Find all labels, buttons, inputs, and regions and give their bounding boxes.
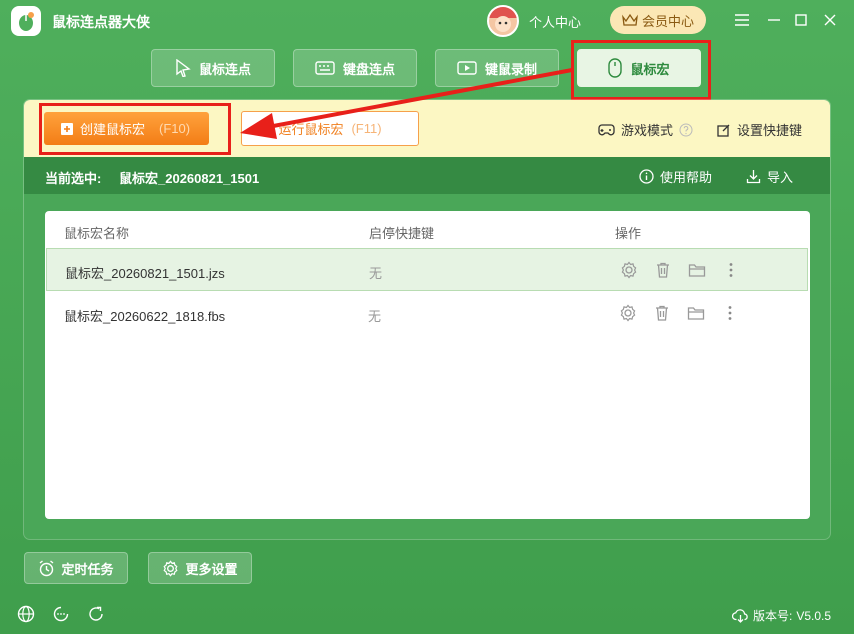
app-title: 鼠标连点器大侠 [52, 14, 150, 30]
more-settings-label: 更多设置 [185, 561, 238, 577]
personal-center-link[interactable]: 个人中心 [529, 12, 581, 31]
info-icon [639, 169, 654, 184]
settings-gear-icon[interactable] [619, 304, 637, 322]
action-toolbar: 创建鼠标宏 (F10) 运行鼠标宏 (F11) 游戏模式 设置快捷键 [24, 100, 830, 157]
title-bar: 鼠标连点器大侠 个人中心 会员中心 [0, 0, 854, 40]
app-logo [11, 6, 41, 36]
tab-mouse-click[interactable]: 鼠标连点 [151, 49, 275, 87]
tab-record[interactable]: 键鼠录制 [435, 49, 559, 87]
maximize-icon [795, 14, 807, 26]
current-selection-label: 当前选中: [45, 171, 102, 186]
create-macro-label: 创建鼠标宏 [80, 122, 146, 137]
table-row[interactable]: 鼠标宏_20260821_1501.jzs 无 [46, 248, 808, 291]
folder-icon[interactable] [688, 261, 706, 279]
version-label: 版本号: [753, 609, 793, 623]
trash-icon[interactable] [654, 261, 672, 279]
settings-gear-icon[interactable] [620, 261, 638, 279]
edit-shortcut-icon [717, 124, 730, 137]
minimize-icon [768, 19, 780, 21]
tab-label: 鼠标连点 [198, 61, 251, 77]
import-button[interactable]: 导入 [746, 167, 793, 186]
maximize-button[interactable] [791, 10, 811, 30]
import-label: 导入 [767, 170, 794, 185]
alarm-clock-icon [40, 559, 54, 576]
globe-icon[interactable] [17, 605, 35, 623]
table-row[interactable]: 鼠标宏_20260622_1818.fbs 无 [46, 292, 808, 335]
feedback-icon[interactable] [52, 605, 70, 623]
more-vertical-icon[interactable] [721, 304, 739, 322]
version-value: V5.0.5 [796, 608, 832, 623]
macro-hotkey: 无 [369, 266, 383, 281]
game-mode-toggle[interactable]: 游戏模式 [598, 120, 693, 139]
tab-label: 键盘连点 [342, 61, 395, 77]
avatar-face-icon [489, 7, 517, 32]
mouse-icon [608, 58, 623, 78]
avatar[interactable] [487, 5, 519, 37]
timer-task-label: 定时任务 [61, 561, 114, 577]
mouse-logo-icon [19, 12, 34, 31]
question-icon[interactable] [679, 123, 693, 137]
current-selection-value: 鼠标宏_20260821_1501 [119, 171, 260, 186]
minimize-button[interactable] [764, 10, 784, 30]
gamepad-icon [598, 123, 615, 135]
timer-task-button[interactable]: 定时任务 [24, 552, 128, 584]
gear-icon [163, 559, 178, 577]
run-macro-hotkey: (F11) [351, 121, 382, 136]
close-icon [824, 14, 836, 26]
macro-name: 鼠标宏_20260622_1818.fbs [64, 309, 226, 324]
create-macro-button[interactable]: 创建鼠标宏 (F10) [44, 112, 209, 145]
tab-keyboard-click[interactable]: 键盘连点 [293, 49, 417, 87]
create-macro-hotkey: (F10) [159, 121, 191, 136]
main-panel: 创建鼠标宏 (F10) 运行鼠标宏 (F11) 游戏模式 设置快捷键 当前选中:… [24, 100, 830, 539]
macro-name: 鼠标宏_20260821_1501.jzs [65, 266, 225, 281]
refresh-icon[interactable] [87, 605, 105, 623]
tab-label: 键鼠录制 [484, 61, 537, 77]
more-vertical-icon[interactable] [722, 261, 740, 279]
menu-button[interactable] [732, 10, 752, 30]
more-settings-button[interactable]: 更多设置 [148, 552, 252, 584]
column-header-hotkey: 启停快捷键 [369, 226, 435, 241]
cursor-icon [176, 59, 191, 77]
shortcut-settings-link[interactable]: 设置快捷键 [717, 120, 802, 139]
keyboard-icon [315, 61, 335, 75]
version-info[interactable]: 版本号: V5.0.5 [732, 607, 831, 624]
column-header-actions: 操作 [615, 226, 642, 241]
tab-label: 鼠标宏 [630, 61, 670, 77]
column-header-name: 鼠标宏名称 [64, 226, 130, 241]
download-icon [746, 170, 761, 184]
cloud-download-icon [732, 609, 748, 623]
help-label: 使用帮助 [660, 170, 713, 185]
add-file-icon [61, 122, 73, 135]
hamburger-icon [735, 14, 749, 26]
macro-hotkey: 无 [368, 309, 382, 324]
run-macro-button[interactable]: 运行鼠标宏 (F11) [241, 111, 419, 146]
close-button[interactable] [820, 10, 840, 30]
vip-center-button[interactable]: 会员中心 [610, 6, 706, 34]
macro-table: 鼠标宏名称 启停快捷键 操作 鼠标宏_20260821_1501.jzs 无 鼠… [45, 211, 810, 519]
run-macro-label: 运行鼠标宏 [278, 122, 344, 137]
vip-center-label: 会员中心 [641, 13, 694, 29]
help-link[interactable]: 使用帮助 [639, 167, 712, 186]
tab-mouse-macro[interactable]: 鼠标宏 [577, 49, 701, 87]
shortcut-settings-label: 设置快捷键 [737, 123, 803, 138]
trash-icon[interactable] [653, 304, 671, 322]
video-record-icon [457, 61, 477, 75]
game-mode-label: 游戏模式 [621, 123, 674, 138]
selection-bar: 当前选中: 鼠标宏_20260821_1501 使用帮助 导入 [24, 157, 830, 194]
folder-icon[interactable] [687, 304, 705, 322]
crown-icon [622, 13, 638, 26]
